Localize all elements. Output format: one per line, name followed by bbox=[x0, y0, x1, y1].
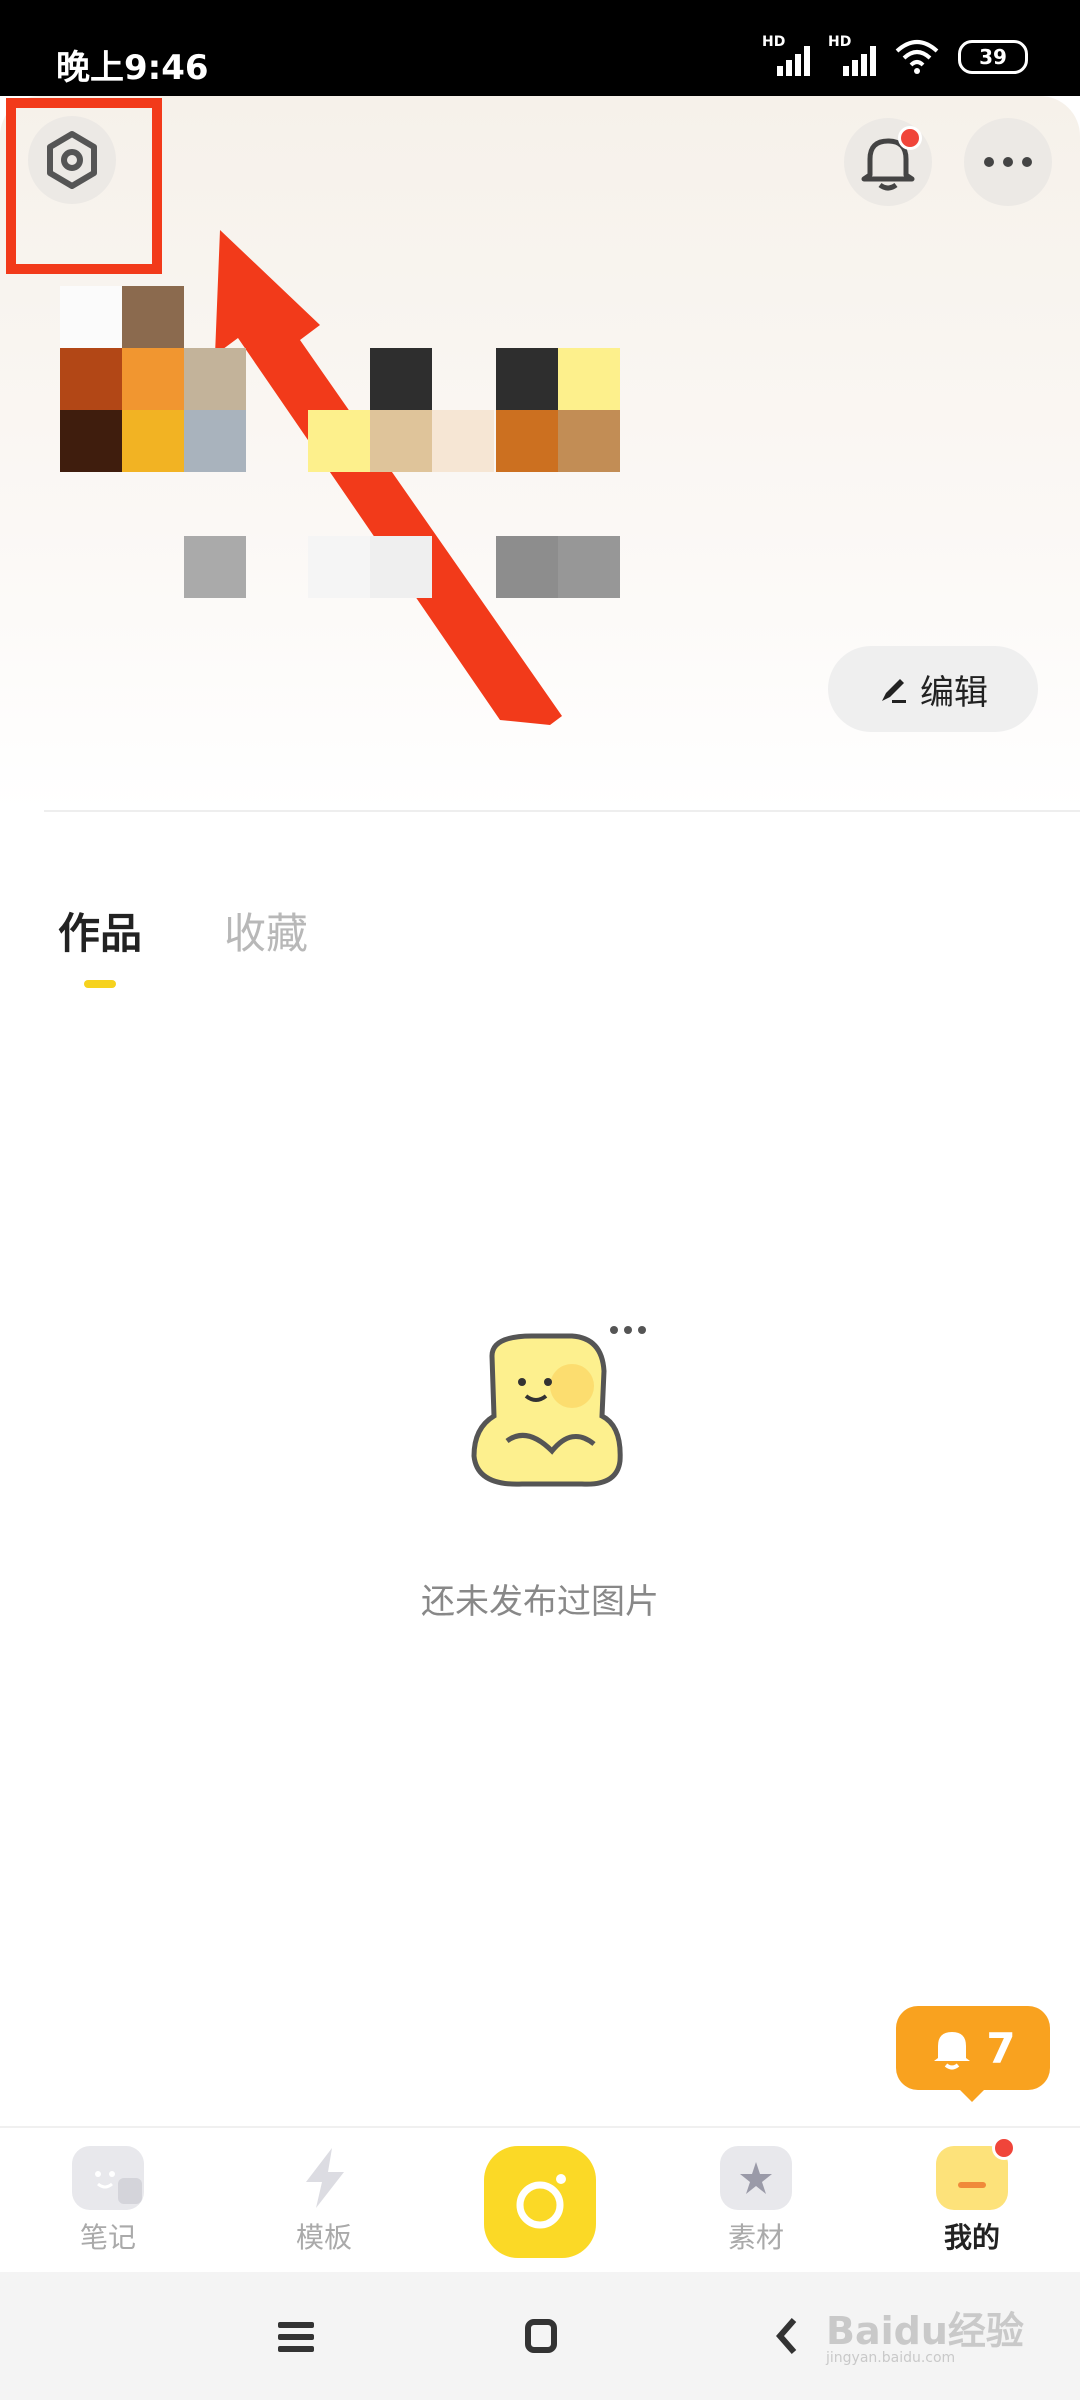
bottom-nav: 笔记 模板 素材 我的 bbox=[0, 2126, 1080, 2274]
floating-notification-badge[interactable]: 7 bbox=[896, 2006, 1050, 2090]
home-icon[interactable] bbox=[524, 2318, 558, 2354]
tab-active-indicator bbox=[84, 980, 116, 988]
mascot-illustration bbox=[471, 1326, 646, 1487]
baidu-watermark-url: jingyan.baidu.com bbox=[826, 2350, 956, 2366]
nav-label-me: 我的 bbox=[943, 2221, 1000, 2254]
wifi-icon bbox=[895, 40, 939, 74]
back-icon[interactable] bbox=[774, 2316, 798, 2356]
menu-icon[interactable] bbox=[278, 2320, 314, 2354]
camera-button[interactable] bbox=[484, 2146, 596, 2258]
battery-icon: 39 bbox=[958, 40, 1028, 74]
highlight-box bbox=[6, 98, 162, 274]
camera-icon bbox=[516, 2174, 566, 2229]
empty-state-text: 还未发布过图片 bbox=[421, 1582, 659, 1622]
divider bbox=[44, 810, 1080, 812]
signal-icon-2: HD bbox=[828, 34, 876, 76]
nav-label-materials: 素材 bbox=[727, 2221, 784, 2254]
material-icon bbox=[720, 2146, 792, 2210]
status-time: 晚上9:46 bbox=[56, 48, 209, 88]
nav-label-templates: 模板 bbox=[295, 2221, 352, 2254]
status-bar: 晚上9:46 HD HD 39 bbox=[0, 0, 1080, 96]
notification-dot bbox=[898, 126, 922, 150]
more-icon bbox=[984, 157, 1032, 167]
badge-count: 7 bbox=[986, 2023, 1016, 2073]
tab-works[interactable]: 作品 bbox=[58, 900, 142, 961]
badge-tail bbox=[956, 2086, 988, 2102]
more-button[interactable] bbox=[964, 118, 1052, 206]
baidu-watermark: Baidu经验 bbox=[826, 2309, 1024, 2353]
nav-item-materials[interactable]: 素材 bbox=[686, 2128, 826, 2274]
battery-level: 39 bbox=[979, 45, 1007, 69]
tab-favorites[interactable]: 收藏 bbox=[224, 900, 308, 961]
nav-item-me[interactable]: 我的 bbox=[902, 2128, 1042, 2274]
annotation-arrow bbox=[215, 230, 562, 725]
nav-label-notes: 笔记 bbox=[79, 2221, 136, 2254]
notes-icon bbox=[72, 2146, 144, 2210]
edit-profile-button[interactable]: 编辑 bbox=[828, 646, 1038, 732]
bell-icon-white bbox=[934, 2032, 971, 2070]
template-icon bbox=[288, 2146, 360, 2210]
me-notification-dot bbox=[992, 2136, 1016, 2160]
nav-item-templates[interactable]: 模板 bbox=[254, 2128, 394, 2274]
me-icon bbox=[936, 2136, 1016, 2210]
nav-item-notes[interactable]: 笔记 bbox=[38, 2128, 178, 2274]
pencil-icon bbox=[882, 679, 906, 703]
signal-icon: HD bbox=[762, 34, 810, 76]
status-icons: HD HD 39 bbox=[762, 34, 1028, 76]
notifications-button[interactable] bbox=[844, 118, 932, 206]
edit-label: 编辑 bbox=[920, 672, 988, 713]
